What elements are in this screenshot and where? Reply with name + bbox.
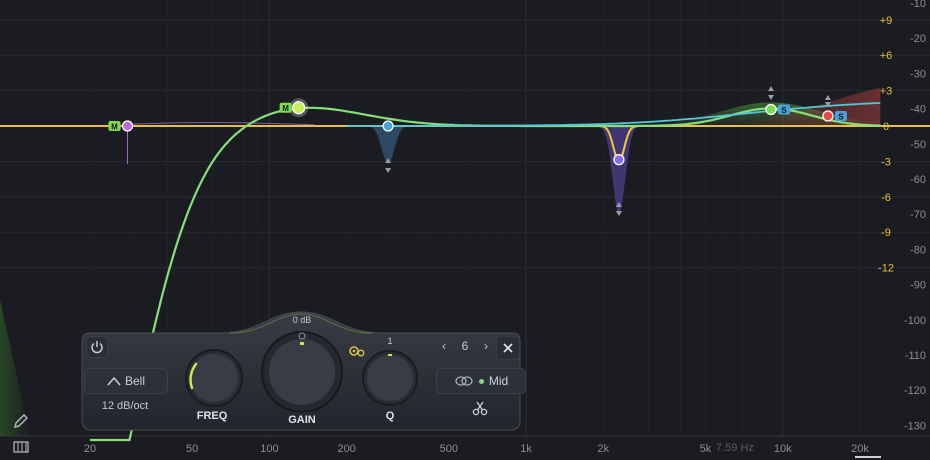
band-number: 6: [461, 339, 469, 353]
frequency-axis-label: 200: [337, 443, 355, 455]
gain-axis-label: -12: [878, 263, 894, 275]
band-5-q-arrow-down[interactable]: [767, 95, 774, 100]
band-3-dot[interactable]: [382, 120, 394, 132]
eq-window: M M S S +9 +6 +3 0 -3 -6 -9 -12 -10 -20 -30 -40 -50 -60 -…: [0, 0, 930, 460]
freq-knob[interactable]: [182, 346, 246, 410]
band-5-dot[interactable]: [765, 103, 777, 116]
band-1-curve: [127, 122, 315, 126]
gain-axis-label: -9: [881, 227, 891, 239]
spectrum-axis-label: -70: [910, 209, 926, 221]
frequency-axis-label: 5k: [700, 443, 712, 455]
stereo-mode-label: Mid: [488, 374, 509, 388]
close-icon: [503, 343, 513, 353]
frequency-axis-label: 100: [260, 443, 278, 455]
spectrum-axis-label: -120: [904, 385, 926, 397]
spectrum-axis-label: -10: [910, 0, 926, 10]
band-panel: Bell 12 dB/oct FREQ 0 dB GAIN 1 Q ‹ 6 › …: [80, 308, 526, 432]
scrollbar-thumb[interactable]: [855, 456, 881, 458]
frequency-axis-label: 500: [440, 443, 458, 455]
spectrum-axis-label: -50: [910, 139, 926, 151]
band-3-fill: [357, 126, 419, 164]
band-2-badge-label: M: [282, 104, 289, 113]
band-5-q-arrow-up[interactable]: [767, 86, 774, 91]
spectrum-axis-label: -90: [910, 280, 926, 292]
band-6-badge-label: S: [838, 112, 844, 121]
gear-icon[interactable]: [348, 344, 366, 358]
spectrum-axis-label: -30: [910, 68, 926, 80]
q-knob[interactable]: [360, 348, 420, 408]
band-2-handle[interactable]: M: [279, 98, 309, 118]
band-3-handle[interactable]: [382, 120, 394, 132]
close-panel-button[interactable]: [496, 336, 520, 360]
gain-axis-label: -3: [881, 156, 891, 168]
freq-label: FREQ: [196, 410, 228, 422]
gain-axis-label: +3: [880, 86, 893, 98]
band-4-dot[interactable]: [613, 153, 625, 166]
band-4-q-arrow-down[interactable]: [615, 211, 622, 216]
filter-shape-label: Bell: [124, 374, 145, 388]
band-4-fill: [591, 126, 645, 214]
scissors-icon[interactable]: [472, 400, 488, 416]
frequency-axis-label: 1k: [520, 443, 532, 455]
spectrum-axis-label: -40: [910, 104, 926, 116]
slope-value[interactable]: 12 dB/oct: [84, 400, 166, 412]
q-label: Q: [385, 410, 395, 422]
band-1-handle[interactable]: M: [108, 120, 134, 132]
band-2-dot[interactable]: [291, 101, 306, 115]
gain-axis-label: +9: [880, 15, 893, 27]
band-1-dot[interactable]: [121, 120, 134, 132]
gain-axis-label: -6: [881, 192, 891, 204]
frequency-axis-label: 2k: [598, 443, 610, 455]
band-1-badge-label: M: [111, 123, 118, 132]
bell-shape-icon: [107, 376, 121, 386]
stereo-mode-button[interactable]: Mid: [436, 368, 526, 394]
spectrum-axis-label: -110: [905, 350, 926, 362]
piano-icon[interactable]: [12, 440, 30, 454]
spectrum-axis-label: -20: [910, 33, 926, 45]
spectrum-axis-label: -130: [904, 420, 926, 432]
spectrum-axis-label: -60: [910, 174, 926, 186]
band-power-button[interactable]: [86, 336, 108, 358]
prev-band-button[interactable]: ‹: [442, 339, 446, 353]
gain-label: GAIN: [288, 414, 316, 426]
gain-knob[interactable]: [260, 328, 344, 412]
band-navigator: ‹ 6 ›: [442, 338, 488, 354]
frequency-axis-label: 50: [186, 443, 198, 455]
band-6-q-arrow-up[interactable]: [824, 95, 831, 100]
frequency-axis-label: 10k: [774, 443, 792, 455]
cursor-frequency-readout: 7.59 Hz: [716, 442, 754, 454]
stereo-link-icon: [455, 376, 473, 386]
filter-shape-button[interactable]: Bell: [84, 368, 168, 394]
pencil-icon[interactable]: [12, 412, 30, 430]
band-4-handle[interactable]: [613, 153, 625, 166]
band-6-dot[interactable]: [822, 110, 834, 122]
band-fills: [357, 88, 881, 214]
band-3-q-arrow-down[interactable]: [385, 168, 392, 173]
gain-value: 0 dB: [292, 315, 312, 325]
stereo-indicator: [478, 378, 484, 384]
next-band-button[interactable]: ›: [484, 339, 488, 353]
gain-axis-label: 0: [883, 121, 889, 133]
spectrum-axis-label: -100: [904, 315, 926, 327]
band-5-badge-label: S: [781, 106, 787, 115]
spectrum-axis-label: -80: [910, 244, 926, 256]
frequency-axis-label: 20k: [851, 443, 869, 455]
gain-axis-label: +6: [880, 50, 893, 62]
power-icon: [91, 341, 103, 354]
frequency-axis-label: 20: [84, 443, 96, 455]
